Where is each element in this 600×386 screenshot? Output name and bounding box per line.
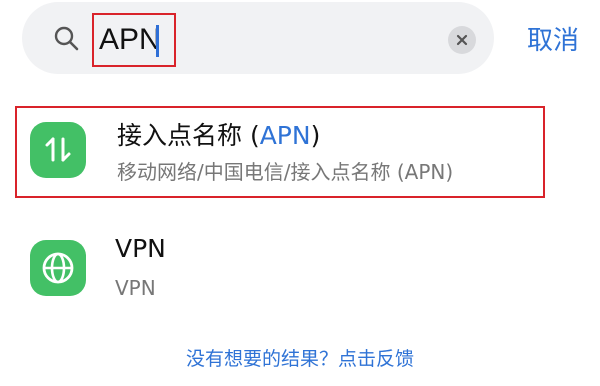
result-path: VPN <box>115 276 156 300</box>
result-title: 接入点名称 (APN) <box>117 121 321 150</box>
clear-icon[interactable] <box>448 26 476 54</box>
result-title: VPN <box>115 234 166 263</box>
result-path: 移动网络/中国电信/接入点名称 (APN) <box>117 160 454 184</box>
feedback-link[interactable]: 没有想要的结果？点击反馈 <box>0 344 600 371</box>
globe-icon <box>30 240 86 296</box>
search-input[interactable]: APN <box>92 13 176 67</box>
text-cursor <box>156 25 159 57</box>
result-item-vpn[interactable]: VPN VPN <box>15 226 545 312</box>
cancel-button[interactable]: 取消 <box>527 20 579 57</box>
search-icon <box>54 26 79 51</box>
data-transfer-icon <box>30 122 86 178</box>
highlighted-match: APN <box>259 121 311 150</box>
search-bar[interactable]: APN <box>22 2 494 74</box>
search-query-text: APN <box>99 23 161 56</box>
result-item-apn[interactable]: 接入点名称 (APN) 移动网络/中国电信/接入点名称 (APN) <box>15 106 545 198</box>
